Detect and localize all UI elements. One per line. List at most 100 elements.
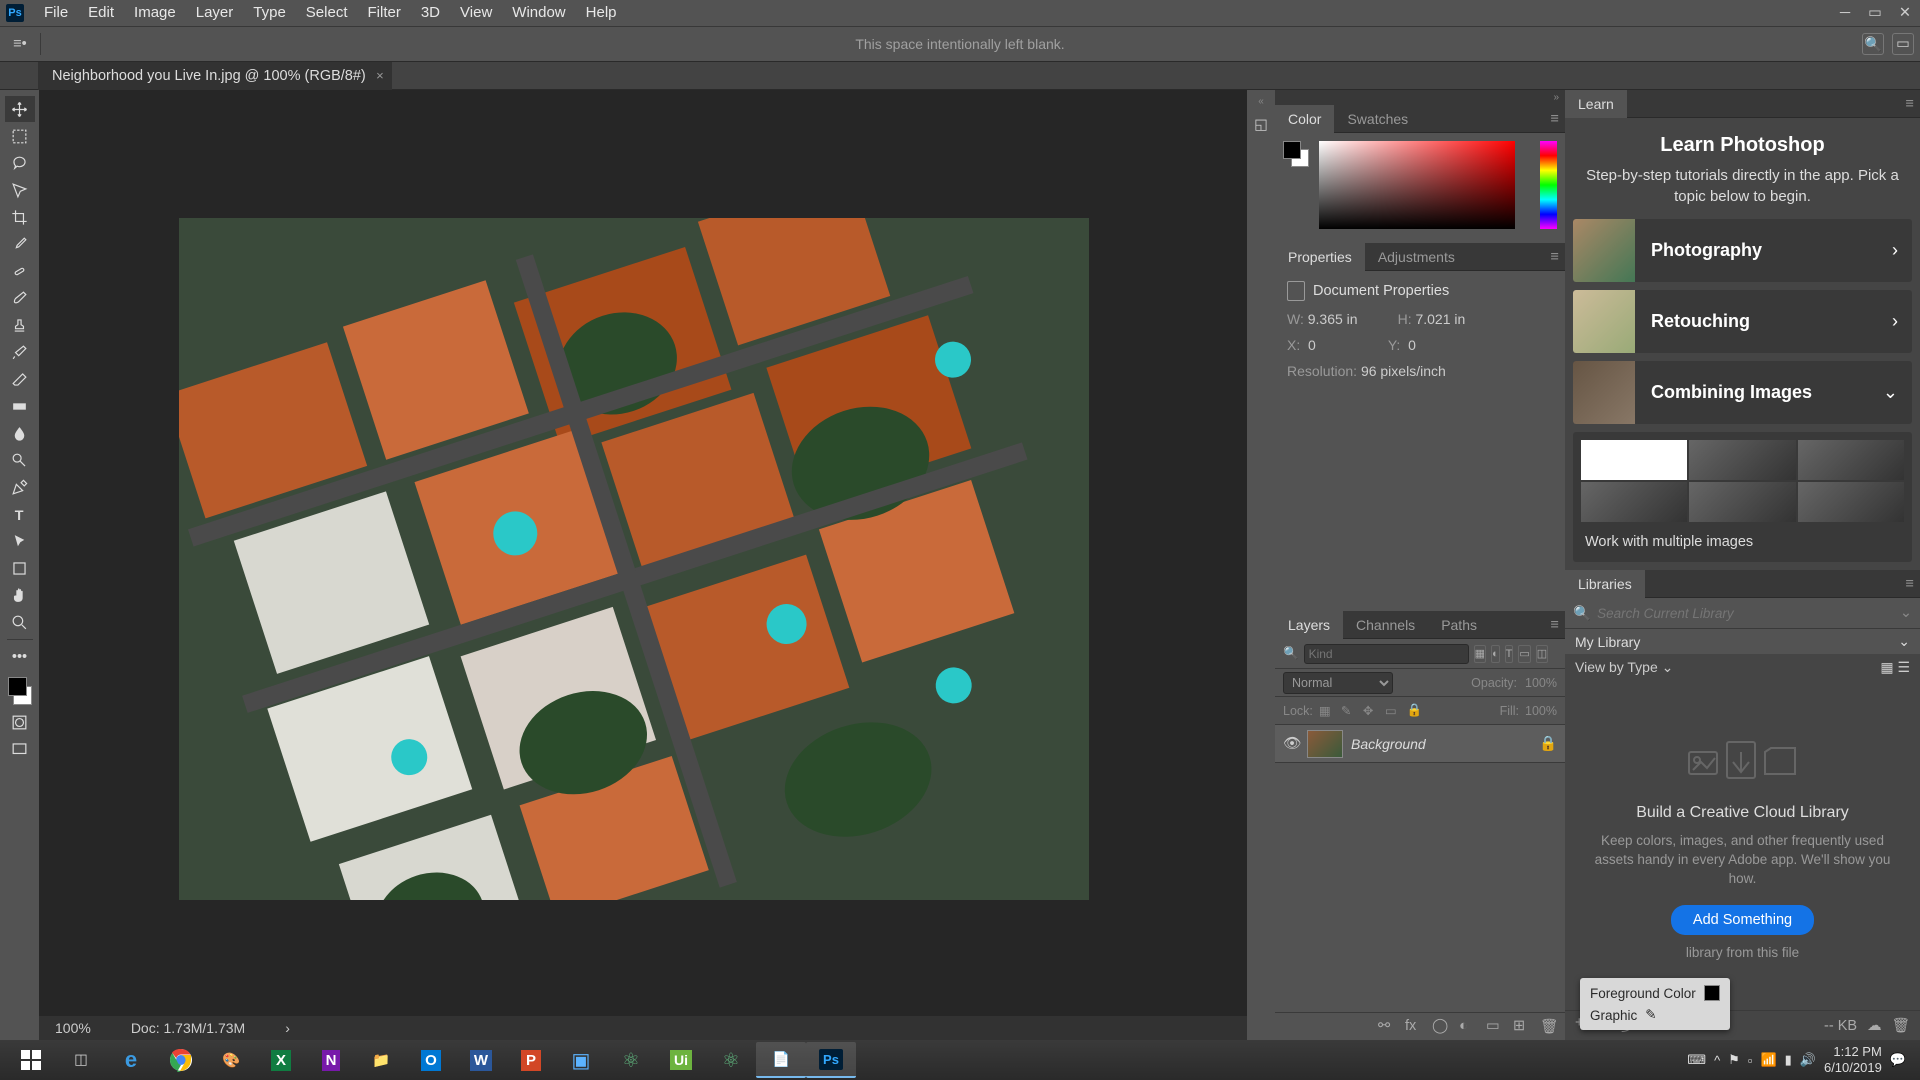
dodge-tool[interactable] xyxy=(5,447,35,473)
taskbar-explorer[interactable]: 📁 xyxy=(356,1042,406,1078)
taskbar-app1[interactable]: ▣ xyxy=(556,1042,606,1078)
eyedropper-tool[interactable] xyxy=(5,231,35,257)
collapse-chevron-icon[interactable]: « xyxy=(1258,96,1264,107)
tray-keyboard-icon[interactable]: ⌨ xyxy=(1687,1052,1706,1068)
screenmode-icon[interactable] xyxy=(5,736,35,762)
taskbar-excel[interactable]: X xyxy=(256,1042,306,1078)
system-clock[interactable]: 1:12 PM 6/10/2019 xyxy=(1824,1044,1882,1075)
layer-group-icon[interactable]: ▭ xyxy=(1486,1018,1503,1035)
menu-filter[interactable]: Filter xyxy=(358,0,411,26)
layer-name[interactable]: Background xyxy=(1351,736,1531,752)
tray-icon[interactable]: ▫ xyxy=(1748,1053,1753,1068)
view-list-icon[interactable]: ☰ xyxy=(1897,659,1910,675)
panel-menu-icon[interactable]: ≡ xyxy=(1551,111,1559,127)
marquee-tool[interactable] xyxy=(5,123,35,149)
tab-libraries[interactable]: Libraries xyxy=(1565,570,1645,598)
history-panel-icon[interactable]: ◱ xyxy=(1249,113,1273,137)
filter-adjust-icon[interactable]: ◐ xyxy=(1491,645,1500,663)
add-something-button[interactable]: Add Something xyxy=(1671,905,1814,935)
tray-volume-icon[interactable]: 🔊 xyxy=(1800,1052,1816,1068)
view-grid-icon[interactable]: ▦ xyxy=(1880,659,1893,675)
menu-view[interactable]: View xyxy=(450,0,502,26)
zoom-tool[interactable] xyxy=(5,609,35,635)
layer-fx-icon[interactable]: fx xyxy=(1405,1018,1422,1035)
color-spectrum[interactable] xyxy=(1319,141,1515,229)
menu-edit[interactable]: Edit xyxy=(78,0,124,26)
zoom-level[interactable]: 100% xyxy=(55,1020,91,1036)
menu-select[interactable]: Select xyxy=(296,0,358,26)
tray-wifi-icon[interactable]: 📶 xyxy=(1760,1052,1776,1068)
lib-sync-icon[interactable]: ☁ xyxy=(1867,1018,1882,1034)
search-icon[interactable]: 🔍 xyxy=(1862,33,1884,55)
tab-paths[interactable]: Paths xyxy=(1428,611,1490,639)
taskbar-word[interactable]: W xyxy=(456,1042,506,1078)
start-button[interactable] xyxy=(6,1042,56,1078)
lock-icon[interactable]: 🔒 xyxy=(1539,735,1557,752)
gradient-tool[interactable] xyxy=(5,393,35,419)
brush-tool[interactable] xyxy=(5,285,35,311)
new-layer-icon[interactable]: ⊞ xyxy=(1513,1018,1530,1035)
panel-menu-icon[interactable]: ≡ xyxy=(1551,249,1559,265)
taskview-button[interactable]: ◫ xyxy=(56,1042,106,1078)
lock-artboard-icon[interactable]: ▭ xyxy=(1385,703,1401,719)
learn-item-photography[interactable]: Photography › xyxy=(1573,219,1912,282)
link-layers-icon[interactable]: ⚯ xyxy=(1378,1018,1395,1035)
shape-tool[interactable] xyxy=(5,555,35,581)
taskbar-outlook[interactable]: O xyxy=(406,1042,456,1078)
menu-window[interactable]: Window xyxy=(502,0,575,26)
taskbar-app3[interactable]: ⚛ xyxy=(706,1042,756,1078)
tab-color[interactable]: Color xyxy=(1275,105,1334,133)
fill-value[interactable]: 100% xyxy=(1525,704,1557,718)
blur-tool[interactable] xyxy=(5,420,35,446)
filter-pixel-icon[interactable]: ▦ xyxy=(1474,645,1486,663)
tab-adjustments[interactable]: Adjustments xyxy=(1365,243,1468,271)
quickmask-icon[interactable] xyxy=(5,709,35,735)
close-button[interactable]: ✕ xyxy=(1890,0,1920,26)
menu-layer[interactable]: Layer xyxy=(186,0,244,26)
panel-menu-icon[interactable]: ≡ xyxy=(1906,576,1914,592)
library-link[interactable]: library from this file xyxy=(1686,945,1799,960)
blend-mode-select[interactable]: Normal xyxy=(1283,672,1393,694)
tray-icon[interactable]: ⚑ xyxy=(1728,1052,1740,1068)
taskbar-ie[interactable]: e xyxy=(106,1042,156,1078)
hue-slider[interactable] xyxy=(1540,141,1557,229)
tab-layers[interactable]: Layers xyxy=(1275,611,1343,639)
layer-row[interactable]: 👁 Background 🔒 xyxy=(1275,725,1565,763)
quick-select-tool[interactable] xyxy=(5,177,35,203)
color-swatches[interactable] xyxy=(5,674,35,708)
tray-chevron-icon[interactable]: ^ xyxy=(1714,1053,1720,1068)
learn-item-retouching[interactable]: Retouching › xyxy=(1573,290,1912,353)
layer-mask-icon[interactable]: ◯ xyxy=(1432,1018,1449,1035)
menu-3d[interactable]: 3D xyxy=(411,0,450,26)
tab-properties[interactable]: Properties xyxy=(1275,243,1365,271)
lock-transparency-icon[interactable]: ▦ xyxy=(1319,703,1335,719)
color-fgbg[interactable] xyxy=(1283,141,1309,167)
taskbar-atom[interactable]: ⚛ xyxy=(606,1042,656,1078)
edit-toolbar-icon[interactable]: ••• xyxy=(5,644,35,670)
taskbar-app2[interactable]: Ui xyxy=(656,1042,706,1078)
collapse-chevron-icon[interactable]: » xyxy=(1275,90,1565,105)
menu-file[interactable]: File xyxy=(34,0,78,26)
status-chevron-icon[interactable]: › xyxy=(285,1020,290,1036)
path-select-tool[interactable] xyxy=(5,528,35,554)
canvas-area[interactable]: 100% Doc: 1.73M/1.73M › xyxy=(39,90,1247,1040)
library-search-input[interactable] xyxy=(1597,606,1894,621)
stamp-tool[interactable] xyxy=(5,312,35,338)
menu-image[interactable]: Image xyxy=(124,0,186,26)
pen-tool[interactable] xyxy=(5,474,35,500)
delete-layer-icon[interactable]: 🗑 xyxy=(1540,1018,1557,1035)
document-image[interactable] xyxy=(179,218,1089,900)
hand-tool[interactable] xyxy=(5,582,35,608)
panel-menu-icon[interactable]: ≡ xyxy=(1906,96,1914,112)
layer-thumbnail[interactable] xyxy=(1307,730,1343,758)
library-view-label[interactable]: View by Type xyxy=(1575,659,1658,675)
move-tool[interactable] xyxy=(5,96,35,122)
taskbar-paint[interactable]: 🎨 xyxy=(206,1042,256,1078)
chevron-down-icon[interactable]: ⌄ xyxy=(1900,605,1912,621)
workspace-icon[interactable]: ▭ xyxy=(1892,33,1914,55)
learn-expanded[interactable]: Work with multiple images xyxy=(1573,432,1912,562)
tab-channels[interactable]: Channels xyxy=(1343,611,1428,639)
taskbar-onenote[interactable]: N xyxy=(306,1042,356,1078)
layer-filter-input[interactable] xyxy=(1304,644,1469,664)
lock-pixels-icon[interactable]: ✎ xyxy=(1341,703,1357,719)
